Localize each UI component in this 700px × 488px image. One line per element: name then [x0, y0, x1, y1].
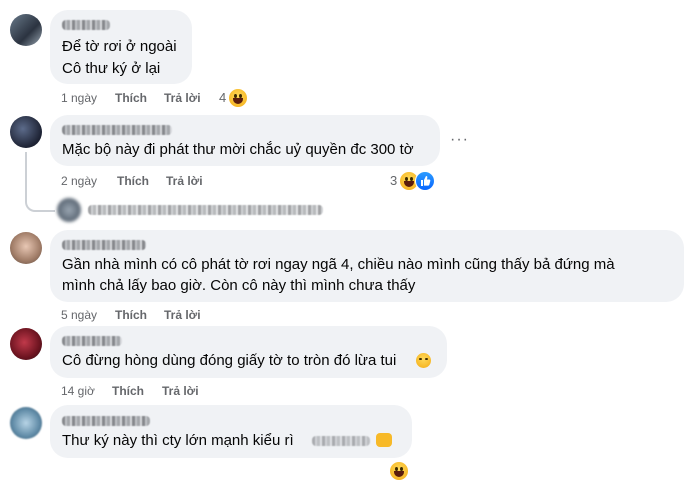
comment-bubble: Cô đừng hòng dùng đóng giấy tờ to tròn đ… [50, 326, 447, 378]
comment-time[interactable]: 2 ngày [61, 174, 97, 188]
comment-bubble: Gần nhà mình có cô phát tờ rơi ngay ngã … [50, 230, 684, 302]
relieved-emoji-icon [416, 353, 431, 368]
reaction-count[interactable]: 3 [390, 173, 397, 189]
comment-bubble: Thư ký này thì cty lớn mạnh kiểu rì [50, 405, 412, 458]
reaction-count[interactable]: 4 [219, 90, 226, 106]
author-name[interactable] [62, 20, 110, 30]
comment-time[interactable]: 1 ngày [61, 91, 97, 105]
reply-button[interactable]: Trả lời [164, 91, 201, 105]
reply-button[interactable]: Trả lời [164, 308, 201, 322]
author-name[interactable] [62, 336, 122, 346]
like-button[interactable]: Thích [117, 174, 149, 188]
author-name[interactable] [62, 240, 146, 250]
reply-button[interactable]: Trả lời [162, 384, 199, 398]
thread-line [25, 152, 27, 202]
view-replies-link[interactable] [88, 205, 323, 215]
comment-text-line: Để tờ rơi ở ngoài [62, 38, 177, 55]
comment-text-line: mình chả lấy bao giờ. Còn cô này thì mìn… [62, 277, 416, 294]
comment-bubble: Mặc bộ này đi phát thư mời chắc uỷ quyền… [50, 115, 440, 166]
comment-text-line: Mặc bộ này đi phát thư mời chắc uỷ quyền… [62, 141, 414, 158]
comment-time[interactable]: 5 ngày [61, 308, 97, 322]
comment-text-line: Gần nhà mình có cô phát tờ rơi ngay ngã … [62, 256, 615, 273]
haha-emoji-icon[interactable] [389, 461, 409, 481]
reply-avatar[interactable] [57, 198, 81, 222]
avatar[interactable] [10, 232, 42, 264]
comment-text-line: Cô thư ký ở lại [62, 60, 161, 77]
comment-bubble: Để tờ rơi ở ngoài Cô thư ký ở lại [50, 10, 192, 84]
like-icon[interactable] [415, 171, 435, 191]
avatar[interactable] [10, 407, 42, 439]
author-name[interactable] [62, 416, 150, 426]
like-button[interactable]: Thích [115, 308, 147, 322]
like-button[interactable]: Thích [115, 91, 147, 105]
blurred-mention [312, 436, 370, 446]
thread-connector [25, 196, 55, 212]
thumbs-emoji-icon [376, 433, 392, 447]
avatar[interactable] [10, 328, 42, 360]
avatar[interactable] [10, 116, 42, 148]
comment-text-line: Cô đừng hòng dùng đóng giấy tờ to tròn đ… [62, 352, 397, 369]
reply-button[interactable]: Trả lời [166, 174, 203, 188]
comment-text-line: Thư ký này thì cty lớn mạnh kiểu rì [62, 432, 294, 449]
like-button[interactable]: Thích [112, 384, 144, 398]
more-options-button[interactable]: ··· [450, 132, 469, 148]
author-name[interactable] [62, 125, 172, 135]
comment-time[interactable]: 14 giờ [61, 384, 95, 398]
avatar[interactable] [10, 14, 42, 46]
haha-emoji-icon[interactable] [228, 88, 248, 108]
